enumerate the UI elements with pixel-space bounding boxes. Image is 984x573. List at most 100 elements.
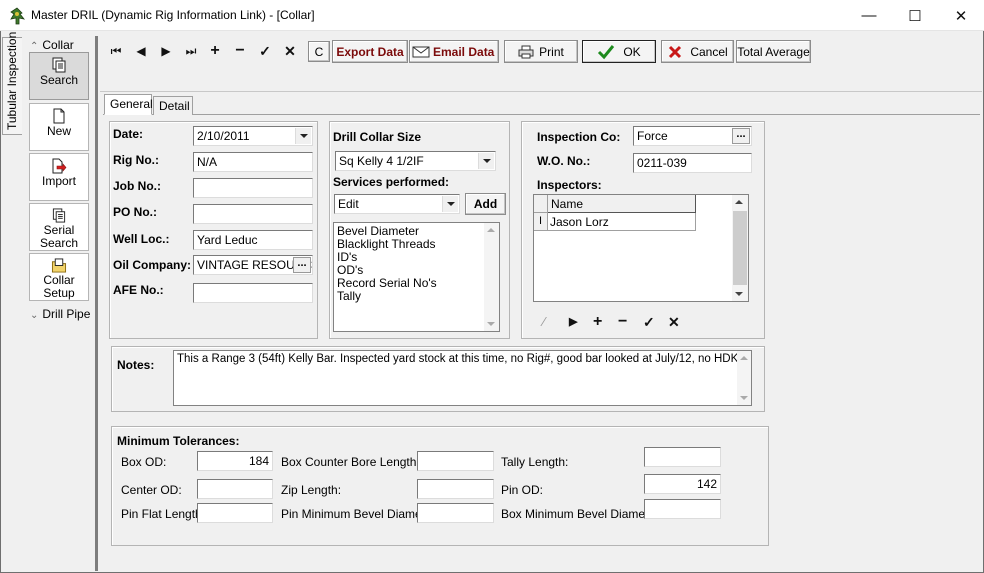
inspector-first-icon[interactable]: ⁄ bbox=[543, 314, 545, 329]
rig-no-field[interactable]: N/A bbox=[193, 152, 313, 172]
add-record-icon[interactable]: + bbox=[206, 42, 224, 60]
ok-button[interactable]: OK bbox=[582, 40, 656, 63]
well-loc-label: Well Loc.: bbox=[113, 232, 170, 246]
add-service-button[interactable]: Add bbox=[465, 193, 506, 215]
cancel-button[interactable]: Cancel bbox=[661, 40, 734, 63]
tab-general[interactable]: General bbox=[104, 94, 153, 115]
tab-detail[interactable]: Detail bbox=[153, 96, 193, 115]
inspection-co-field[interactable]: Force ... bbox=[633, 126, 752, 146]
scroll-up-icon[interactable] bbox=[740, 356, 748, 360]
cancel-x-icon bbox=[669, 45, 682, 58]
first-record-icon[interactable]: ⏮ bbox=[107, 42, 125, 60]
pin-bevel-field[interactable] bbox=[417, 503, 494, 523]
c-button[interactable]: C bbox=[308, 41, 330, 62]
sidebar-group-collar[interactable]: ⌃ Collar bbox=[30, 38, 74, 52]
pin-od-label: Pin OD: bbox=[501, 483, 544, 497]
services-dropdown-icon[interactable] bbox=[442, 196, 458, 212]
zip-length-label: Zip Length: bbox=[281, 483, 342, 497]
close-window-button[interactable]: ✕ bbox=[938, 0, 984, 31]
box-od-label: Box OD: bbox=[121, 455, 167, 469]
drill-collar-size-select[interactable]: Sq Kelly 4 1/2IF bbox=[335, 151, 496, 171]
serial-search-label-2: Search bbox=[39, 236, 79, 250]
po-no-field[interactable] bbox=[193, 204, 313, 224]
scroll-down-icon[interactable] bbox=[735, 292, 743, 296]
oil-company-field[interactable]: VINTAGE RESOURCES ... bbox=[193, 255, 313, 275]
table-row[interactable]: Jason Lorz bbox=[548, 213, 696, 231]
inspector-delete-icon[interactable]: − bbox=[618, 313, 627, 331]
inspectors-scrollbar[interactable] bbox=[732, 195, 748, 301]
tab-tubular-inspection[interactable]: Tubular Inspection bbox=[2, 32, 22, 135]
zip-length-field[interactable] bbox=[417, 479, 494, 499]
scroll-down-icon[interactable] bbox=[740, 396, 748, 400]
box-bevel-field[interactable] bbox=[644, 499, 721, 519]
center-od-field[interactable] bbox=[197, 479, 273, 499]
print-button[interactable]: Print bbox=[504, 40, 578, 63]
total-average-button[interactable]: Total Average bbox=[736, 40, 811, 63]
inspectors-grid[interactable]: Name I Jason Lorz bbox=[533, 194, 749, 302]
counter-bore-label: Box Counter Bore Length: bbox=[281, 455, 420, 469]
export-data-button[interactable]: Export Data bbox=[332, 40, 408, 63]
oil-company-lookup-button[interactable]: ... bbox=[293, 257, 311, 273]
prev-record-icon[interactable]: ◀ bbox=[132, 42, 150, 60]
text-cursor-icon: I bbox=[534, 213, 548, 231]
import-button[interactable]: Import bbox=[29, 153, 89, 201]
pin-od-field[interactable]: 142 bbox=[644, 474, 721, 494]
date-dropdown-icon[interactable] bbox=[295, 128, 311, 144]
inspector-next-icon[interactable]: ▶ bbox=[569, 315, 577, 328]
notes-textarea[interactable]: This a Range 3 (54ft) Kelly Bar. Inspect… bbox=[173, 350, 752, 406]
email-data-button[interactable]: Email Data bbox=[409, 40, 499, 63]
afe-no-field[interactable] bbox=[193, 283, 313, 303]
services-select[interactable]: Edit bbox=[334, 194, 460, 214]
serial-search-button[interactable]: Serial Search bbox=[29, 203, 89, 251]
collar-setup-button[interactable]: Collar Setup bbox=[29, 253, 89, 301]
minimize-button[interactable]: — bbox=[846, 0, 892, 31]
box-od-field[interactable]: 184 bbox=[197, 451, 273, 471]
list-item[interactable]: Tally bbox=[337, 290, 497, 303]
chevron-up-icon: ⌃ bbox=[30, 41, 39, 52]
date-value: 2/10/2011 bbox=[197, 129, 250, 143]
afe-no-label: AFE No.: bbox=[113, 283, 164, 297]
printer-icon bbox=[518, 45, 534, 58]
pin-flat-length-field[interactable] bbox=[197, 503, 273, 523]
job-no-field[interactable] bbox=[193, 178, 313, 198]
services-scrollbar[interactable] bbox=[484, 223, 499, 331]
services-list[interactable]: Bevel Diameter Blacklight Threads ID's O… bbox=[333, 222, 500, 332]
list-item[interactable]: Record Serial No's bbox=[337, 277, 497, 290]
search-button[interactable]: Search bbox=[29, 52, 89, 100]
cancel-label: Cancel bbox=[690, 44, 728, 59]
wo-no-field[interactable]: 0211-039 bbox=[633, 153, 752, 173]
tab-tubular-inspection-label: Tubular Inspection bbox=[5, 31, 19, 130]
chevron-down-icon: ⌄ bbox=[30, 310, 39, 321]
post-record-icon[interactable]: ✓ bbox=[256, 42, 274, 60]
list-item[interactable]: Blacklight Threads bbox=[337, 238, 497, 251]
notes-scrollbar[interactable] bbox=[737, 351, 751, 405]
new-button[interactable]: New bbox=[29, 103, 89, 151]
inspection-co-lookup-button[interactable]: ... bbox=[732, 128, 750, 144]
delete-record-icon[interactable]: − bbox=[231, 42, 249, 60]
drill-collar-size-label: Drill Collar Size bbox=[333, 130, 422, 144]
size-dropdown-icon[interactable] bbox=[478, 153, 494, 169]
well-loc-field[interactable]: Yard Leduc bbox=[193, 230, 313, 250]
inspector-cancel-icon[interactable]: ✕ bbox=[668, 314, 680, 331]
scroll-up-icon[interactable] bbox=[735, 200, 743, 204]
inspector-post-icon[interactable]: ✓ bbox=[643, 314, 655, 331]
tally-length-field[interactable] bbox=[644, 447, 721, 467]
counter-bore-field[interactable] bbox=[417, 451, 494, 471]
scroll-up-icon[interactable] bbox=[487, 228, 495, 232]
grid-header-name[interactable]: Name bbox=[548, 195, 696, 213]
sidebar-group-drill-pipe[interactable]: ⌄ Drill Pipe bbox=[30, 307, 90, 321]
cancel-record-icon[interactable]: ✕ bbox=[281, 42, 299, 60]
maximize-button[interactable]: ☐ bbox=[892, 0, 938, 31]
check-icon bbox=[598, 44, 615, 59]
scroll-thumb[interactable] bbox=[733, 211, 747, 285]
rig-no-label: Rig No.: bbox=[113, 153, 159, 167]
po-no-label: PO No.: bbox=[113, 205, 157, 219]
last-record-icon[interactable]: ⏭ bbox=[182, 42, 200, 60]
scroll-down-icon[interactable] bbox=[487, 322, 495, 326]
next-record-icon[interactable]: ▶ bbox=[157, 42, 175, 60]
search-button-label: Search bbox=[39, 73, 79, 87]
import-icon bbox=[52, 158, 67, 174]
email-icon bbox=[412, 46, 430, 57]
inspector-add-icon[interactable]: + bbox=[593, 313, 602, 331]
date-field[interactable]: 2/10/2011 bbox=[193, 126, 313, 146]
